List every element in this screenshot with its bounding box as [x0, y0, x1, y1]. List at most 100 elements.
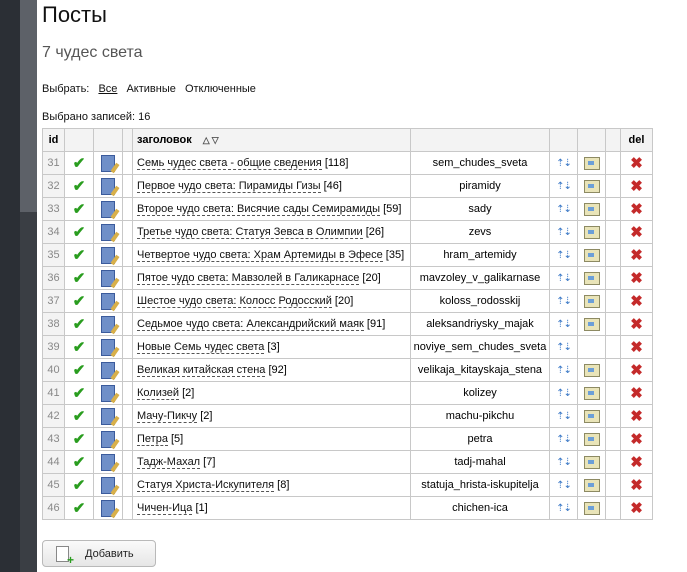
- move-up-down-icon[interactable]: ⇡⇣: [556, 342, 572, 353]
- edit-icon[interactable]: [101, 269, 115, 287]
- delete-icon[interactable]: ✖: [630, 362, 643, 379]
- active-toggle[interactable]: ✔: [64, 151, 94, 175]
- sort-arrows-icon[interactable]: △▽: [203, 135, 221, 145]
- move-up-down-icon[interactable]: ⇡⇣: [556, 319, 572, 330]
- edit-icon[interactable]: [101, 476, 115, 494]
- post-title-link[interactable]: Петра: [137, 433, 168, 446]
- post-title-link[interactable]: Статуя Христа-Искупителя: [137, 479, 275, 492]
- link-icon[interactable]: [583, 386, 600, 400]
- move-up-down-icon[interactable]: ⇡⇣: [556, 227, 572, 238]
- edit-icon[interactable]: [101, 453, 115, 471]
- move-up-down-icon[interactable]: ⇡⇣: [556, 480, 572, 491]
- active-toggle[interactable]: ✔: [64, 174, 94, 198]
- delete-icon[interactable]: ✖: [630, 201, 643, 218]
- link-icon[interactable]: [583, 225, 600, 239]
- link-icon[interactable]: [583, 501, 600, 515]
- edit-cell[interactable]: [93, 427, 123, 451]
- move-up-down-icon[interactable]: ⇡⇣: [556, 250, 572, 261]
- edit-cell[interactable]: [93, 289, 123, 313]
- move-up-down-icon[interactable]: ⇡⇣: [556, 181, 572, 192]
- edit-cell[interactable]: [93, 312, 123, 336]
- delete-icon[interactable]: ✖: [630, 339, 643, 356]
- edit-cell[interactable]: [93, 197, 123, 221]
- edit-cell[interactable]: [93, 381, 123, 405]
- checkmark-icon[interactable]: ✔: [73, 477, 86, 494]
- move-up-down-icon[interactable]: ⇡⇣: [556, 503, 572, 514]
- checkmark-icon[interactable]: ✔: [73, 339, 86, 356]
- post-title-link[interactable]: Чичен-Ица: [137, 502, 193, 515]
- link-icon[interactable]: [583, 478, 600, 492]
- edit-cell[interactable]: [93, 220, 123, 244]
- checkmark-icon[interactable]: ✔: [73, 293, 86, 310]
- delete-icon[interactable]: ✖: [630, 224, 643, 241]
- post-title-link[interactable]: Великая китайская стена: [137, 364, 266, 377]
- checkmark-icon[interactable]: ✔: [73, 500, 86, 517]
- delete-icon[interactable]: ✖: [630, 431, 643, 448]
- link-icon[interactable]: [583, 317, 600, 331]
- edit-icon[interactable]: [101, 361, 115, 379]
- delete-icon[interactable]: ✖: [630, 178, 643, 195]
- edit-cell[interactable]: [93, 174, 123, 198]
- checkmark-icon[interactable]: ✔: [73, 431, 86, 448]
- post-title-link[interactable]: Второе чудо света: Висячие сады Семирами…: [137, 203, 381, 216]
- edit-icon[interactable]: [101, 315, 115, 333]
- post-title-link[interactable]: Колизей: [137, 387, 180, 400]
- move-up-down-icon[interactable]: ⇡⇣: [556, 273, 572, 284]
- edit-cell[interactable]: [93, 243, 123, 267]
- checkmark-icon[interactable]: ✔: [73, 270, 86, 287]
- active-toggle[interactable]: ✔: [64, 404, 94, 428]
- edit-icon[interactable]: [101, 407, 115, 425]
- edit-cell[interactable]: [93, 266, 123, 290]
- edit-cell[interactable]: [93, 358, 123, 382]
- edit-icon[interactable]: [101, 338, 115, 356]
- move-up-down-icon[interactable]: ⇡⇣: [556, 296, 572, 307]
- delete-icon[interactable]: ✖: [630, 385, 643, 402]
- active-toggle[interactable]: ✔: [64, 335, 94, 359]
- active-toggle[interactable]: ✔: [64, 266, 94, 290]
- edit-cell[interactable]: [93, 404, 123, 428]
- filter-active[interactable]: Активные: [126, 83, 175, 95]
- delete-icon[interactable]: ✖: [630, 155, 643, 172]
- edit-icon[interactable]: [101, 154, 115, 172]
- delete-icon[interactable]: ✖: [630, 270, 643, 287]
- checkmark-icon[interactable]: ✔: [73, 247, 86, 264]
- active-toggle[interactable]: ✔: [64, 427, 94, 451]
- filter-all[interactable]: Все: [98, 83, 117, 95]
- active-toggle[interactable]: ✔: [64, 496, 94, 520]
- delete-icon[interactable]: ✖: [630, 408, 643, 425]
- link-icon[interactable]: [583, 409, 600, 423]
- move-up-down-icon[interactable]: ⇡⇣: [556, 457, 572, 468]
- move-up-down-icon[interactable]: ⇡⇣: [556, 204, 572, 215]
- edit-icon[interactable]: [101, 223, 115, 241]
- checkmark-icon[interactable]: ✔: [73, 178, 86, 195]
- filter-disabled[interactable]: Отключенные: [185, 83, 256, 95]
- delete-icon[interactable]: ✖: [630, 293, 643, 310]
- move-up-down-icon[interactable]: ⇡⇣: [556, 365, 572, 376]
- active-toggle[interactable]: ✔: [64, 243, 94, 267]
- link-icon[interactable]: [583, 294, 600, 308]
- edit-cell[interactable]: [93, 335, 123, 359]
- checkmark-icon[interactable]: ✔: [73, 454, 86, 471]
- active-toggle[interactable]: ✔: [64, 289, 94, 313]
- scrollbar-thumb[interactable]: [20, 0, 37, 212]
- post-title-link[interactable]: Шестое чудо света: Колосс Родосский: [137, 295, 332, 308]
- active-toggle[interactable]: ✔: [64, 197, 94, 221]
- link-icon[interactable]: [583, 363, 600, 377]
- checkmark-icon[interactable]: ✔: [73, 201, 86, 218]
- edit-icon[interactable]: [101, 384, 115, 402]
- add-button[interactable]: Добавить: [42, 540, 156, 567]
- link-icon[interactable]: [583, 179, 600, 193]
- move-up-down-icon[interactable]: ⇡⇣: [556, 388, 572, 399]
- edit-icon[interactable]: [101, 177, 115, 195]
- edit-cell[interactable]: [93, 450, 123, 474]
- header-id[interactable]: id: [42, 128, 65, 152]
- delete-icon[interactable]: ✖: [630, 454, 643, 471]
- active-toggle[interactable]: ✔: [64, 220, 94, 244]
- edit-icon[interactable]: [101, 430, 115, 448]
- active-toggle[interactable]: ✔: [64, 473, 94, 497]
- active-toggle[interactable]: ✔: [64, 312, 94, 336]
- edit-cell[interactable]: [93, 473, 123, 497]
- post-title-link[interactable]: Пятое чудо света: Мавзолей в Галикарнасе: [137, 272, 360, 285]
- active-toggle[interactable]: ✔: [64, 381, 94, 405]
- edit-icon[interactable]: [101, 246, 115, 264]
